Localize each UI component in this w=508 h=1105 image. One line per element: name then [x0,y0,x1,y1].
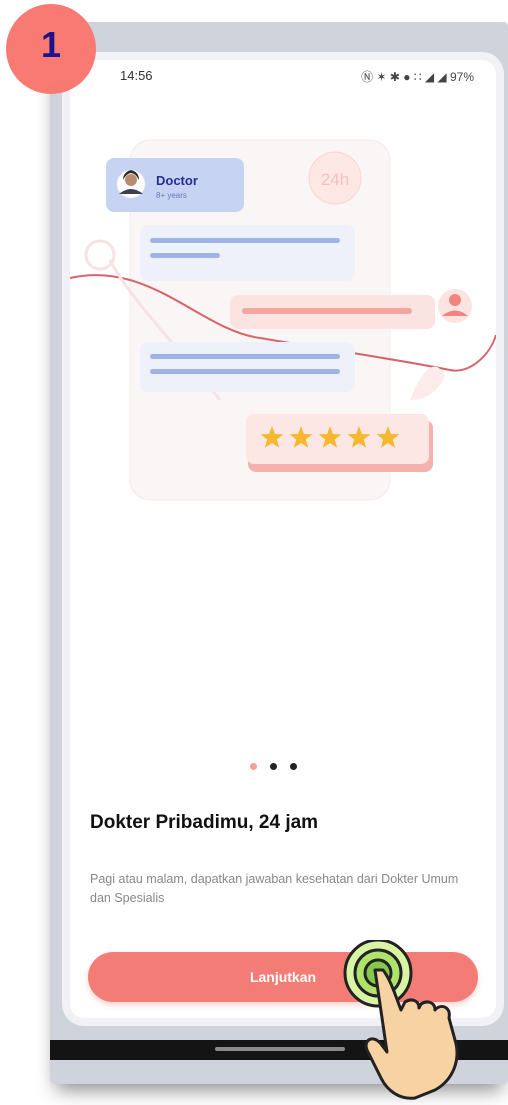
status-icons-glyphs: Ⓝ ✶ ✱ ● ∷ ◢ ◢ [361,70,447,84]
home-indicator[interactable] [215,1047,345,1051]
onboarding-description: Pagi atau malam, dapatkan jawaban keseha… [90,872,459,905]
onboarding-screen: 14:56 Ⓝ ✶ ✱ ● ∷ ◢ ◢ 97% 24h Doctor 8+ ye… [70,60,496,1018]
status-icons: Ⓝ ✶ ✱ ● ∷ ◢ ◢ 97% [361,68,474,85]
pagination-dot [270,763,277,770]
doctor-chat-illustration: 24h Doctor 8+ years [70,100,496,570]
doctor-card-subtitle: 8+ years [156,191,187,200]
pagination-dots [250,763,297,770]
step-number-badge: 1 [6,4,96,94]
onboarding-title: Dokter Pribadimu, 24 jam [90,812,319,833]
availability-badge-text: 24h [321,170,349,189]
tap-hand-icon [343,940,459,1100]
continue-button-label: Lanjutkan [249,969,317,985]
status-time: 14:56 [120,68,153,83]
step-number: 1 [40,24,62,65]
battery-level: 97% [449,70,474,84]
pagination-dot [290,763,297,770]
doctor-card: Doctor 8+ years [106,158,244,212]
rating-card [246,414,433,472]
pagination-dot [250,763,257,770]
doctor-card-title: Doctor [156,173,198,188]
